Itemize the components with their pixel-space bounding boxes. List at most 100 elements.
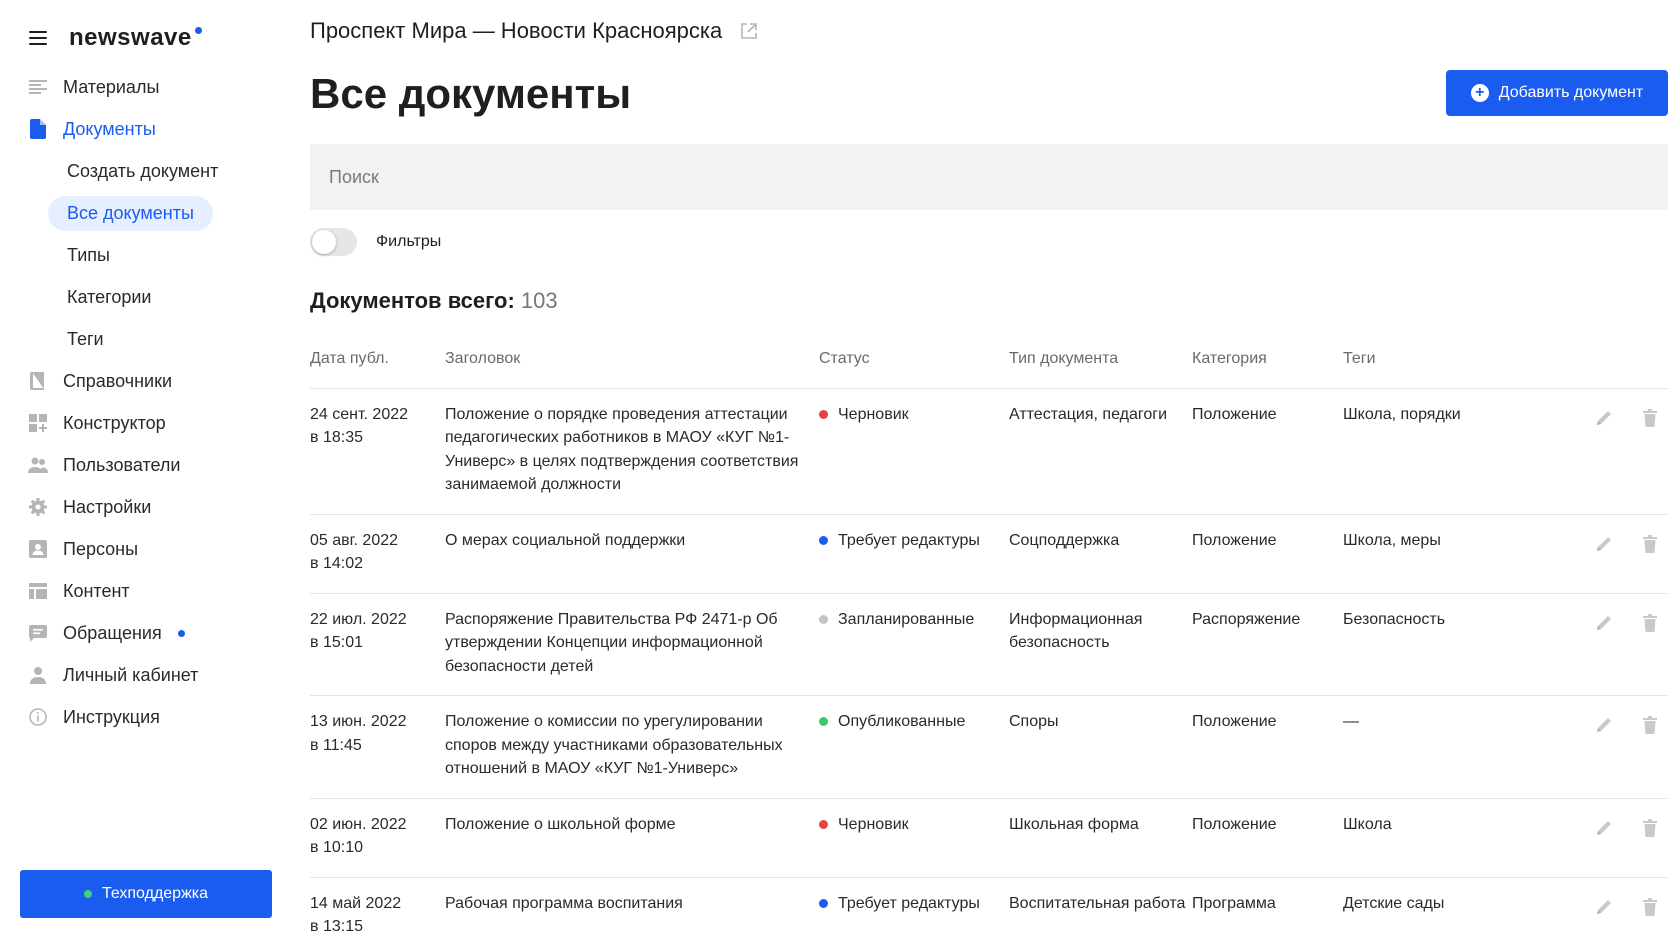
document-title[interactable]: Рабочая программа воспитания	[445, 895, 683, 912]
cell-category: Положение	[1192, 695, 1343, 799]
sidebar-item-label: Обращения	[63, 622, 162, 643]
notification-dot	[177, 629, 185, 637]
filters-toggle[interactable]	[310, 228, 357, 256]
page-title: Все документы	[310, 70, 632, 117]
status-text: Запланированные	[838, 610, 975, 628]
table-row[interactable]: 02 июн. 2022 в 10:10 Положение о школьной…	[310, 798, 1668, 878]
info-icon	[28, 707, 48, 727]
sidebar-subitem-types[interactable]: Типы	[0, 234, 290, 276]
edit-icon[interactable]	[1594, 533, 1614, 555]
table-row[interactable]: 05 авг. 2022 в 14:02 О мерах социальной п…	[310, 514, 1668, 594]
document-title[interactable]: Положение о порядке проведения аттестаци…	[445, 406, 798, 494]
date-text: 02 июн. 2022	[310, 815, 407, 833]
document-title[interactable]: Распоряжение Правительства РФ 2471-р Об …	[445, 611, 778, 675]
delete-icon[interactable]	[1640, 714, 1660, 736]
category-text: Положение	[1192, 713, 1277, 730]
sidebar: newswave Материалы Документы Создать док…	[0, 0, 290, 932]
edit-icon[interactable]	[1594, 817, 1614, 839]
date-text: 22 июл. 2022	[310, 610, 407, 628]
cell-title[interactable]: Положение о порядке проведения аттестаци…	[445, 388, 819, 515]
column-header-category[interactable]: Категория	[1192, 350, 1343, 389]
sidebar-item-documents[interactable]: Документы	[0, 108, 290, 150]
document-title[interactable]: О мерах социальной поддержки	[445, 532, 685, 549]
external-link-icon[interactable]	[740, 22, 758, 40]
sidebar-item-materials[interactable]: Материалы	[0, 66, 290, 108]
edit-icon[interactable]	[1594, 714, 1614, 736]
sidebar-nav: Материалы Документы Создать документ Все…	[0, 66, 290, 738]
delete-icon[interactable]	[1640, 533, 1660, 555]
delete-icon[interactable]	[1640, 407, 1660, 429]
cell-date: 22 июл. 2022 в 15:01	[310, 593, 445, 696]
cell-status: Требует редактуры	[819, 877, 1009, 932]
online-status-dot	[83, 890, 92, 898]
status-dot	[819, 614, 828, 624]
table-row[interactable]: 14 май 2022 в 13:15 Рабочая программа вос…	[310, 877, 1668, 932]
delete-icon[interactable]	[1640, 896, 1660, 918]
sidebar-subitem-all-documents[interactable]: Все документы	[0, 192, 290, 234]
menu-icon[interactable]	[29, 31, 47, 45]
table-header-row: Дата публ. Заголовок Статус Тип документ…	[310, 350, 1668, 389]
gear-icon	[28, 497, 48, 517]
cell-title[interactable]: О мерах социальной поддержки	[445, 514, 819, 594]
sidebar-subitem-categories[interactable]: Категории	[0, 276, 290, 318]
date-text: 13 июн. 2022	[310, 713, 407, 730]
cell-actions	[1503, 877, 1668, 932]
sidebar-subitem-tags[interactable]: Теги	[0, 318, 290, 360]
column-header-date[interactable]: Дата публ.	[310, 350, 445, 389]
cell-title[interactable]: Рабочая программа воспитания	[445, 877, 819, 932]
documents-total-count: 103	[520, 288, 558, 313]
edit-icon[interactable]	[1594, 896, 1614, 918]
sidebar-item-settings[interactable]: Настройки	[0, 486, 290, 528]
sidebar-item-appeals[interactable]: Обращения	[0, 612, 290, 654]
cell-tags: Школа, порядки	[1343, 388, 1503, 515]
column-header-tags[interactable]: Теги	[1343, 350, 1503, 389]
document-title[interactable]: Положение о школьной форме	[445, 816, 676, 833]
sidebar-item-persons[interactable]: Персоны	[0, 528, 290, 570]
column-header-status[interactable]: Статус	[819, 350, 1009, 389]
support-button-label: Техподдержка	[101, 885, 209, 902]
sidebar-item-label: Справочники	[63, 370, 173, 391]
table-row[interactable]: 22 июл. 2022 в 15:01 Распоряжение Правите…	[310, 593, 1668, 696]
status-dot	[819, 898, 828, 908]
sidebar-item-label: Документы	[63, 118, 156, 139]
edit-icon[interactable]	[1594, 407, 1614, 429]
type-text: Информационная безопасность	[1009, 610, 1143, 652]
type-text: Споры	[1009, 713, 1059, 730]
search-input[interactable]	[310, 144, 1668, 210]
column-header-type[interactable]: Тип документа	[1009, 350, 1192, 389]
cell-type: Споры	[1009, 695, 1192, 799]
table-row[interactable]: 24 сент. 2022 в 18:35 Положение о порядке…	[310, 388, 1668, 515]
sidebar-item-account[interactable]: Личный кабинет	[0, 654, 290, 696]
delete-icon[interactable]	[1640, 817, 1660, 839]
cell-tags: Детские сады	[1343, 877, 1503, 932]
cell-title[interactable]: Распоряжение Правительства РФ 2471-р Об …	[445, 593, 819, 696]
delete-icon[interactable]	[1640, 612, 1660, 634]
logo[interactable]: newswave	[69, 24, 202, 52]
sidebar-item-constructor[interactable]: Конструктор	[0, 402, 290, 444]
date-text: 05 авг. 2022	[310, 531, 399, 549]
tags-text: Безопасность	[1343, 610, 1446, 628]
date-text: 14 май 2022	[310, 894, 402, 912]
status-text: Требует редактуры	[838, 531, 980, 549]
sidebar-item-content[interactable]: Контент	[0, 570, 290, 612]
cell-actions	[1503, 593, 1668, 696]
category-text: Положение	[1192, 531, 1277, 549]
cell-type: Воспитательная работа	[1009, 877, 1192, 932]
add-document-button[interactable]: + Добавить документ	[1446, 70, 1668, 116]
support-button[interactable]: Техподдержка	[20, 870, 272, 918]
sidebar-item-manual[interactable]: Инструкция	[0, 696, 290, 738]
document-title[interactable]: Положение о комиссии по урегулировании с…	[445, 713, 783, 777]
table-row[interactable]: 13 июн. 2022 в 11:45 Положение о комиссии…	[310, 695, 1668, 799]
cell-title[interactable]: Положение о школьной форме	[445, 798, 819, 878]
sidebar-subitem-create-document[interactable]: Создать документ	[0, 150, 290, 192]
edit-icon[interactable]	[1594, 612, 1614, 634]
grid-plus-icon	[28, 413, 48, 433]
status-dot	[819, 717, 828, 726]
column-header-title[interactable]: Заголовок	[445, 350, 819, 389]
sidebar-item-directories[interactable]: Справочники	[0, 360, 290, 402]
sidebar-item-users[interactable]: Пользователи	[0, 444, 290, 486]
cell-title[interactable]: Положение о комиссии по урегулировании с…	[445, 695, 819, 799]
status-text: Опубликованные	[838, 713, 966, 730]
sidebar-item-label: Инструкция	[63, 706, 160, 727]
date-text: 24 сент. 2022	[310, 405, 409, 423]
